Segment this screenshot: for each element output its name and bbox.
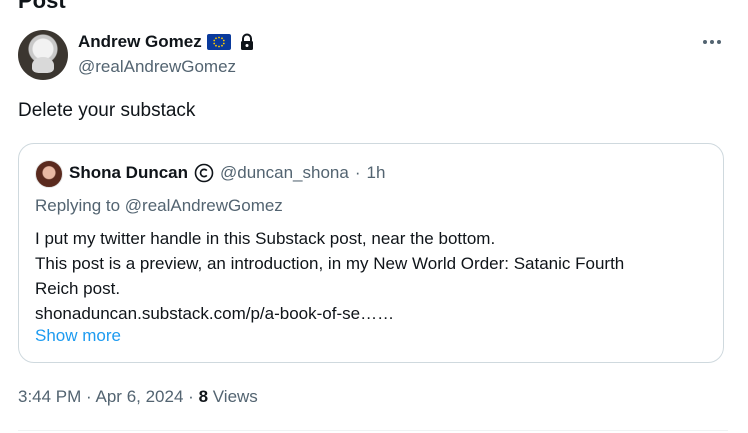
quoted-line: I put my twitter handle in this Substack… bbox=[35, 229, 496, 248]
author-handle[interactable]: @realAndrewGomez bbox=[78, 57, 236, 77]
quoted-header: Shona Duncan @duncan_shona · 1h bbox=[69, 163, 385, 183]
separator-dot: · bbox=[354, 163, 361, 182]
quoted-tweet-text: I put my twitter handle in this Substack… bbox=[35, 226, 715, 326]
post-date[interactable]: Apr 6, 2024 bbox=[96, 387, 184, 406]
author-name-row: Andrew Gomez bbox=[78, 32, 255, 52]
views-count: 8 bbox=[198, 387, 209, 406]
quoted-tweet-card[interactable]: Shona Duncan @duncan_shona · 1h Replying… bbox=[18, 143, 724, 363]
eu-flag-icon bbox=[206, 34, 231, 50]
show-more-link[interactable]: Show more bbox=[35, 326, 121, 346]
author-name[interactable]: Andrew Gomez bbox=[78, 32, 202, 52]
quoted-link[interactable]: shonaduncan.substack.com/p/a-book-of-se…… bbox=[35, 301, 715, 326]
meta-separator: · bbox=[86, 387, 92, 406]
tweet-meta: 3:44 PM · Apr 6, 2024 · 8 Views bbox=[18, 387, 258, 407]
tweet-text: Delete your substack bbox=[18, 100, 196, 121]
meta-separator: · bbox=[188, 387, 194, 406]
copyright-icon bbox=[194, 163, 214, 183]
quoted-line: Reich post. bbox=[35, 279, 121, 298]
quoted-author-name[interactable]: Shona Duncan bbox=[69, 163, 188, 183]
quoted-timestamp[interactable]: 1h bbox=[367, 163, 386, 183]
post-time[interactable]: 3:44 PM bbox=[18, 387, 81, 406]
views-label: Views bbox=[212, 387, 258, 406]
replying-to: Replying to @realAndrewGomez bbox=[35, 196, 283, 215]
quoted-author-handle[interactable]: @duncan_shona bbox=[220, 163, 349, 183]
page-title-partial: Post bbox=[18, 0, 66, 13]
quoted-author-avatar[interactable] bbox=[35, 160, 63, 188]
author-avatar[interactable] bbox=[18, 30, 68, 80]
more-options-icon[interactable] bbox=[702, 32, 722, 52]
divider bbox=[18, 430, 728, 431]
lock-icon bbox=[239, 33, 255, 51]
quoted-line: This post is a preview, an introduction,… bbox=[35, 254, 625, 273]
